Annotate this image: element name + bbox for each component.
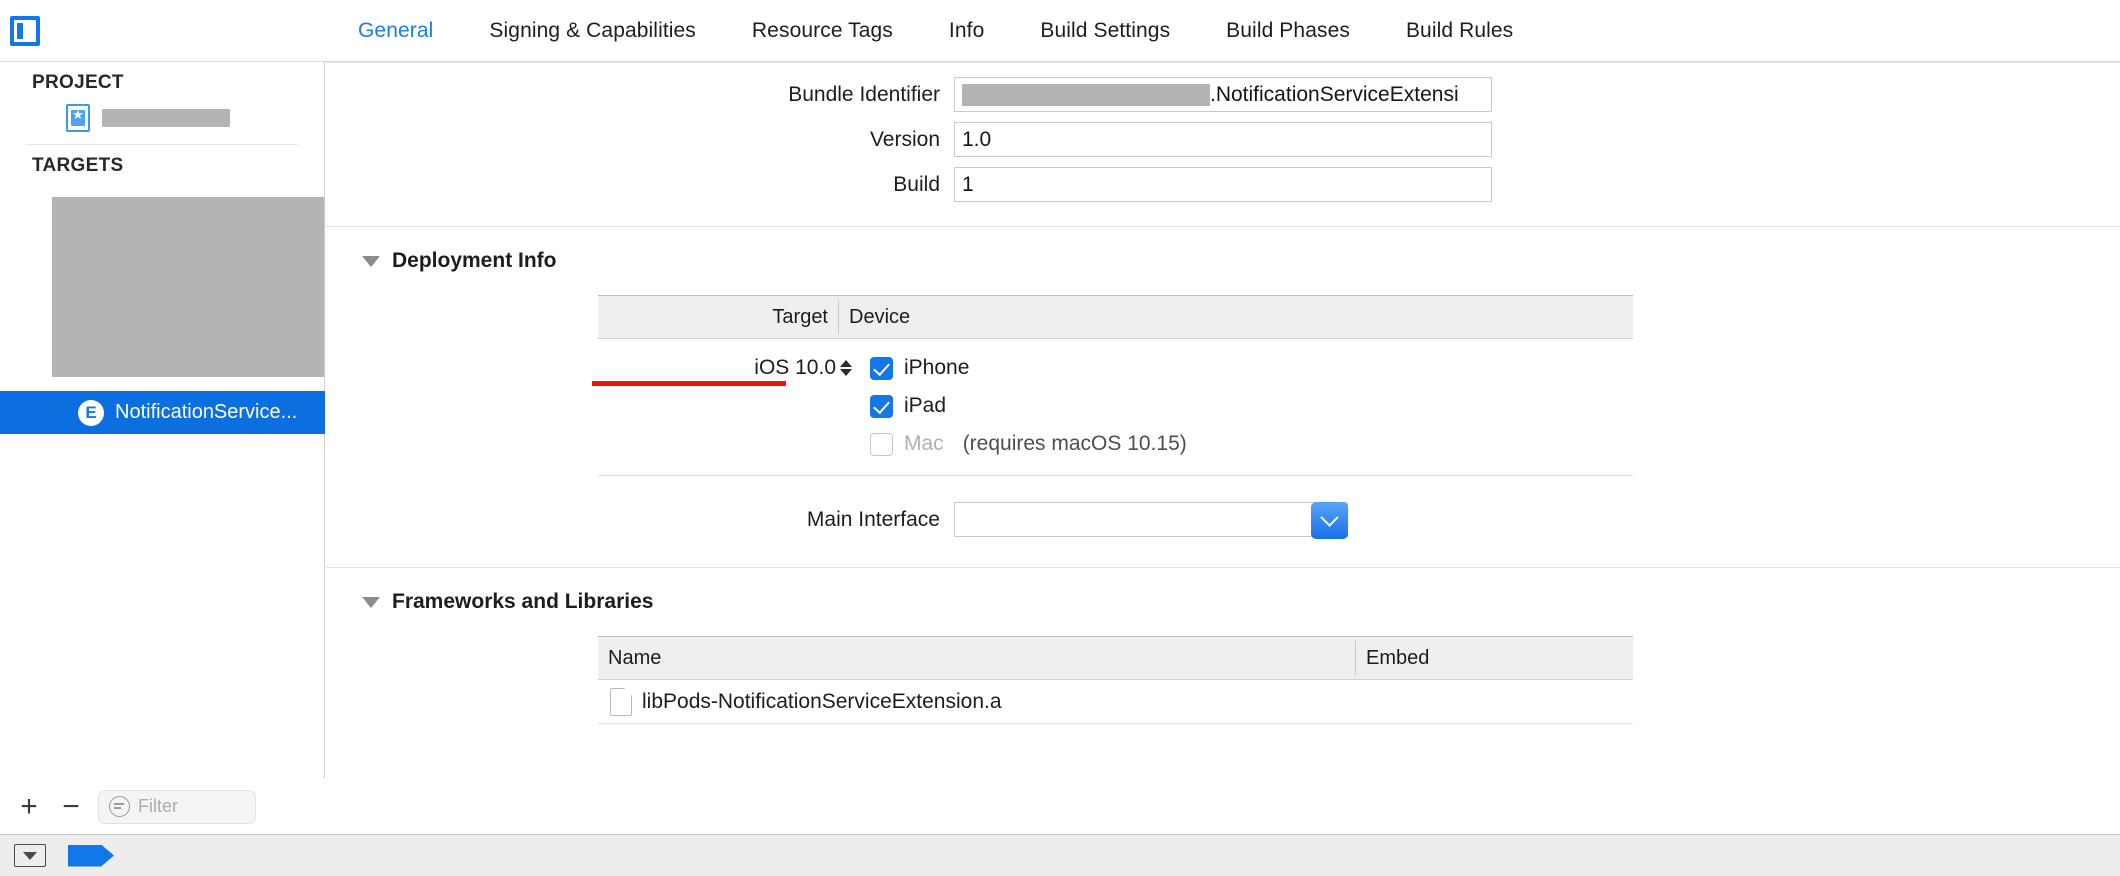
version-row: Version 1.0 <box>326 122 2120 157</box>
filter-placeholder: Filter <box>138 796 178 816</box>
column-header-embed: Embed <box>1366 646 1430 669</box>
target-list-item-notification-service[interactable]: E NotificationService... <box>0 391 325 434</box>
tab-info[interactable]: Info <box>921 19 1012 43</box>
frameworks-table-header: Name Embed <box>598 636 1633 680</box>
target-label: NotificationService... <box>115 401 298 423</box>
file-icon <box>610 687 632 716</box>
device-row-ipad: iPad <box>598 387 1633 425</box>
tab-resource-tags[interactable]: Resource Tags <box>724 19 921 43</box>
main-interface-label: Main Interface <box>806 507 940 531</box>
identity-section: Bundle Identifier .NotificationServiceEx… <box>326 63 2120 202</box>
checkbox-label-iphone: iPhone <box>904 356 970 379</box>
targets-section-header: TARGETS <box>32 155 124 176</box>
bundle-identifier-label: Bundle Identifier <box>788 82 940 106</box>
deployment-target-value: iOS 10.0 <box>754 356 836 379</box>
build-input[interactable]: 1 <box>954 167 1492 202</box>
checkbox-icon[interactable] <box>870 356 893 380</box>
stepper-icon[interactable] <box>840 360 852 376</box>
column-header-name: Name <box>608 646 662 669</box>
bundle-identifier-value: .NotificationServiceExtensi <box>1210 82 1459 106</box>
project-section-header: PROJECT <box>32 72 124 93</box>
checkbox-icon[interactable] <box>870 394 893 418</box>
tab-build-settings[interactable]: Build Settings <box>1012 19 1198 43</box>
editor-tab-bar: General Signing & Capabilities Resource … <box>330 0 1541 62</box>
project-document-icon <box>66 104 90 132</box>
bottom-panel-toggle-icon[interactable] <box>14 844 46 867</box>
frameworks-table: Name Embed libPods-NotificationServiceEx… <box>598 636 1633 724</box>
version-input[interactable]: 1.0 <box>954 122 1492 157</box>
tab-build-phases[interactable]: Build Phases <box>1198 19 1378 43</box>
chevron-down-icon[interactable] <box>1311 502 1348 539</box>
tab-build-rules[interactable]: Build Rules <box>1378 19 1541 43</box>
sidebar-footer: + − Filter <box>0 778 325 834</box>
frameworks-header[interactable]: Frameworks and Libraries <box>326 568 2120 614</box>
remove-target-button[interactable]: − <box>50 786 92 828</box>
deployment-info-header[interactable]: Deployment Info <box>326 227 2120 273</box>
add-target-button[interactable]: + <box>8 786 50 828</box>
extension-badge-icon: E <box>78 399 104 426</box>
filter-input[interactable]: Filter <box>98 789 256 824</box>
build-row: Build 1 <box>326 167 2120 202</box>
target-list-item-redacted[interactable] <box>52 197 324 377</box>
disclosure-triangle-icon[interactable] <box>362 255 380 267</box>
checkbox-label-mac: Mac <box>904 432 944 455</box>
general-settings-pane: Bundle Identifier .NotificationServiceEx… <box>326 62 2120 834</box>
project-name-redacted <box>102 109 230 127</box>
column-header-device: Device <box>849 305 911 328</box>
frameworks-title: Frameworks and Libraries <box>392 590 654 613</box>
bundle-identifier-redacted-prefix <box>962 83 1210 106</box>
tab-general[interactable]: General <box>330 19 461 43</box>
tab-signing-capabilities[interactable]: Signing & Capabilities <box>461 19 724 43</box>
deployment-table: Target Device iOS 10.0 iPhone iPad Mac (… <box>592 295 1633 476</box>
bundle-identifier-input[interactable]: .NotificationServiceExtensi <box>954 77 1492 112</box>
checkbox-icon[interactable] <box>870 432 893 456</box>
deployment-table-header: Target Device <box>598 295 1633 339</box>
deployment-info-title: Deployment Info <box>392 249 557 272</box>
project-list-item[interactable] <box>0 100 324 138</box>
checkbox-iphone[interactable]: iPhone <box>860 356 969 380</box>
checkbox-mac[interactable]: Mac (requires macOS 10.15) <box>860 432 1187 456</box>
checkbox-label-ipad: iPad <box>904 394 947 417</box>
build-label: Build <box>893 172 940 196</box>
library-name: libPods-NotificationServiceExtension.a <box>642 689 1002 713</box>
checkbox-ipad[interactable]: iPad <box>860 394 946 418</box>
project-targets-sidebar: PROJECT TARGETS E NotificationService... <box>0 62 325 814</box>
column-header-target: Target <box>772 305 828 328</box>
main-interface-row: Main Interface <box>326 502 2120 539</box>
device-row-mac: Mac (requires macOS 10.15) <box>598 425 1633 463</box>
highlight-underline <box>592 381 786 386</box>
issue-flag-icon[interactable] <box>68 844 114 867</box>
navigator-toggle-icon[interactable] <box>10 16 40 46</box>
mac-requirement-note: (requires macOS 10.15) <box>962 432 1187 455</box>
filter-icon <box>109 796 130 817</box>
main-interface-select[interactable] <box>954 502 1348 539</box>
xcode-project-editor: General Signing & Capabilities Resource … <box>0 0 2120 876</box>
table-row[interactable]: libPods-NotificationServiceExtension.a <box>598 680 1633 724</box>
deployment-target-stepper[interactable]: iOS 10.0 <box>592 356 860 386</box>
version-label: Version <box>869 127 940 151</box>
bundle-identifier-row: Bundle Identifier .NotificationServiceEx… <box>326 77 2120 112</box>
editor-toolbar: General Signing & Capabilities Resource … <box>0 0 2120 62</box>
device-rows: iOS 10.0 iPhone iPad Mac (requires macOS… <box>592 339 1633 463</box>
device-row-iphone: iOS 10.0 iPhone <box>592 349 1633 387</box>
bottom-status-bar <box>0 834 2120 876</box>
deployment-inner-divider <box>598 475 1633 476</box>
disclosure-triangle-icon[interactable] <box>362 596 380 608</box>
